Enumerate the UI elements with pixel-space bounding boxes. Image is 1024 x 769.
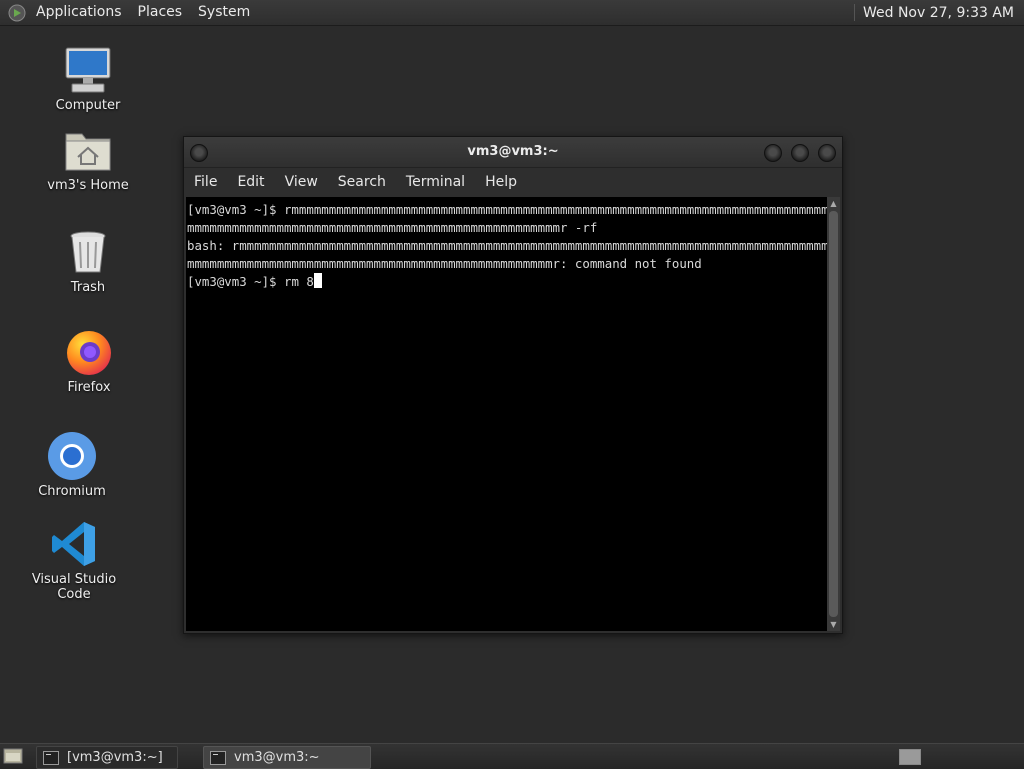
- show-desktop-icon[interactable]: [3, 747, 23, 765]
- menu-terminal[interactable]: Terminal: [396, 174, 475, 190]
- menu-search[interactable]: Search: [328, 174, 396, 190]
- menu-edit[interactable]: Edit: [227, 174, 274, 190]
- desktop-icon-home[interactable]: vm3's Home: [28, 124, 148, 193]
- terminal-input[interactable]: rm 8: [284, 274, 314, 289]
- text-cursor: [313, 273, 322, 288]
- trash-icon: [70, 231, 106, 273]
- terminal-icon: [43, 750, 59, 765]
- clock-area: Wed Nov 27, 9:33 AM: [853, 0, 1024, 25]
- terminal-menubar: File Edit View Search Terminal Help: [184, 168, 842, 196]
- taskbar-button-terminal-1[interactable]: [vm3@vm3:~]: [36, 746, 178, 769]
- desktop-icon-trash[interactable]: Trash: [28, 226, 148, 295]
- desktop-icon-label: Trash: [70, 280, 106, 295]
- home-folder-icon: [65, 133, 111, 171]
- menu-view[interactable]: View: [275, 174, 328, 190]
- chromium-icon: [48, 432, 96, 480]
- taskbar-label: [vm3@vm3:~]: [67, 750, 163, 765]
- minimize-button[interactable]: [764, 144, 782, 162]
- window-titlebar[interactable]: vm3@vm3:~: [184, 137, 842, 168]
- desktop-icon-label: Computer: [55, 98, 121, 113]
- taskbar-button-terminal-2[interactable]: vm3@vm3:~: [203, 746, 371, 769]
- desktop-icon-firefox[interactable]: Firefox: [29, 326, 149, 395]
- clock[interactable]: Wed Nov 27, 9:33 AM: [863, 5, 1024, 21]
- terminal-window[interactable]: vm3@vm3:~ File Edit View Search Terminal…: [183, 136, 843, 634]
- window-title: vm3@vm3:~: [467, 144, 559, 159]
- applications-menu[interactable]: Applications: [28, 0, 130, 25]
- taskbar-label: vm3@vm3:~: [234, 750, 320, 765]
- scrollbar-thumb[interactable]: [829, 211, 838, 617]
- system-menu[interactable]: System: [190, 0, 258, 25]
- workspace-switcher[interactable]: [899, 749, 921, 765]
- desktop-icon-label: Visual Studio Code: [31, 572, 117, 602]
- menu-file[interactable]: File: [184, 174, 227, 190]
- desktop-icon-chromium[interactable]: Chromium: [12, 430, 132, 499]
- desktop-icon-label: Chromium: [38, 484, 106, 499]
- computer-icon: [65, 47, 111, 93]
- bottom-panel: [vm3@vm3:~] vm3@vm3:~: [0, 743, 1024, 769]
- desktop-icon-vscode[interactable]: Visual Studio Code: [14, 518, 134, 602]
- scroll-up-arrow-icon[interactable]: ▲: [827, 197, 840, 210]
- desktop-icon-label: Firefox: [67, 380, 111, 395]
- menu-help[interactable]: Help: [475, 174, 527, 190]
- vscode-icon: [52, 522, 95, 566]
- terminal-icon: [210, 750, 226, 765]
- desktop-icon-label: vm3's Home: [47, 178, 129, 193]
- panel-menu: Applications Places System: [0, 0, 258, 25]
- firefox-icon: [67, 331, 111, 375]
- panel-separator: [853, 4, 855, 21]
- terminal-line: bash: rmmmmmmmmmmmmmmmmmmmmmmmmmmmmmmmmm…: [187, 238, 827, 253]
- desktop-icon-computer[interactable]: Computer: [28, 44, 148, 113]
- terminal-line: [vm3@vm3 ~]$ rmmmmmmmmmmmmmmmmmmmmmmmmmm…: [187, 202, 827, 217]
- places-menu[interactable]: Places: [130, 0, 191, 25]
- scroll-down-arrow-icon[interactable]: ▼: [827, 618, 840, 631]
- terminal-output[interactable]: [vm3@vm3 ~]$ rmmmmmmmmmmmmmmmmmmmmmmmmmm…: [186, 197, 827, 631]
- applications-logo-icon[interactable]: [8, 4, 26, 22]
- close-button[interactable]: [818, 144, 836, 162]
- maximize-button[interactable]: [791, 144, 809, 162]
- terminal-prompt: [vm3@vm3 ~]$: [187, 274, 284, 289]
- terminal-scrollbar[interactable]: ▲ ▼: [827, 197, 840, 631]
- terminal-line: mmmmmmmmmmmmmmmmmmmmmmmmmmmmmmmmmmmmmmmm…: [187, 220, 598, 235]
- top-panel: Applications Places System Wed Nov 27, 9…: [0, 0, 1024, 26]
- terminal-line: mmmmmmmmmmmmmmmmmmmmmmmmmmmmmmmmmmmmmmmm…: [187, 256, 702, 271]
